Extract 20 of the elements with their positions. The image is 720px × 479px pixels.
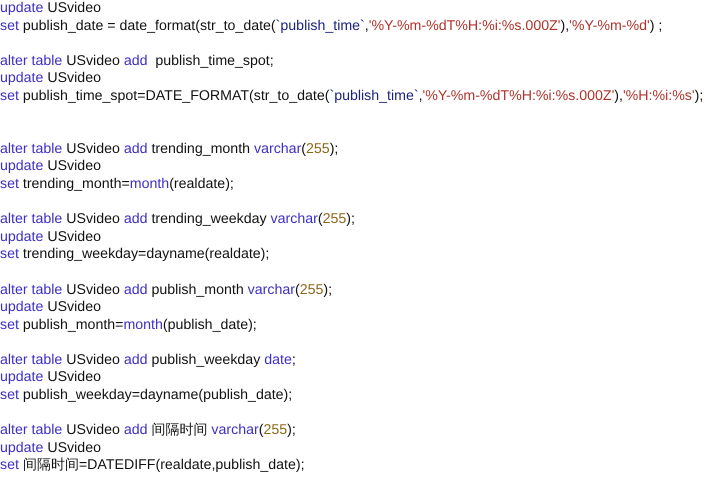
- code-line: set publish_month=month(publish_date);: [0, 316, 257, 334]
- code-line: alter table USvideo add publish_month varchar(255);: [0, 282, 332, 300]
- code-line: update USvideo: [0, 369, 101, 388]
- code-line: set publish_weekday=dayname(publish_date);: [0, 387, 292, 405]
- code-line: set publish_date = date_format(str_to_date(`publish_time`,'%Y-%m-%dT%H:%i:%s.000Z'),'%Y-%m-%d') ;: [0, 18, 662, 36]
- code-line: update USvideo: [0, 158, 101, 176]
- code-line: update USvideo: [0, 299, 101, 317]
- code-line: set 间隔时间=DATEDIFF(realdate,publish_date);: [0, 457, 305, 476]
- code-line: alter table USvideo add publish_weekday date;: [0, 352, 296, 370]
- code-line: alter table USvideo add trending_month varchar(255);: [0, 140, 338, 158]
- code-line: update USvideo: [0, 228, 101, 246]
- code-line: update USvideo: [0, 70, 101, 88]
- code-line: set trending_month=month(realdate);: [0, 176, 234, 194]
- code-line: alter table USvideo add trending_weekday varchar(255);: [0, 211, 355, 229]
- code-line: alter table USvideo add 间隔时间 varchar(255);: [0, 422, 296, 440]
- code-line: set trending_weekday=dayname(realdate);: [0, 246, 270, 264]
- code-line: set publish_time_spot=DATE_FORMAT(str_to_date(`publish_time`,'%Y-%m-%dT%H:%i:%s.000Z'),'%H:%i:%s');: [0, 88, 704, 106]
- code-line: alter table USvideo add publish_time_spot;: [0, 52, 274, 70]
- code-line: update USvideo: [0, 0, 101, 18]
- code-line: update USvideo: [0, 440, 101, 458]
